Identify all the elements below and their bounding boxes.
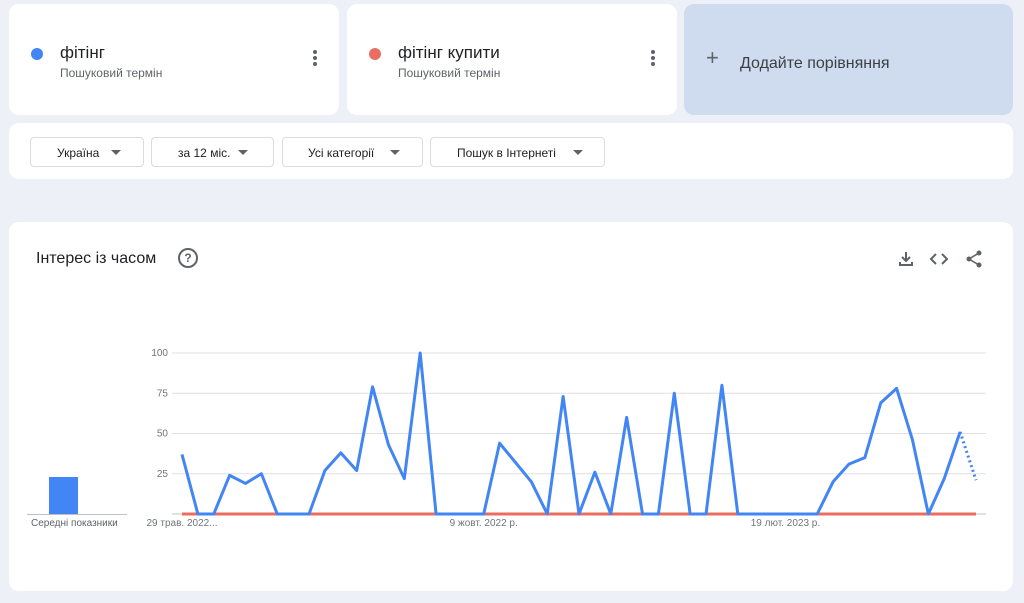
series-line bbox=[180, 351, 962, 516]
search-type-filter[interactable]: Пошук в Інтернеті bbox=[430, 137, 605, 167]
dropdown-arrow-icon bbox=[238, 150, 248, 155]
line-chart: 25 50 75 100 29 трав. 2022... 9 жовт. 2022 р.… bbox=[146, 348, 986, 529]
share-icon[interactable] bbox=[964, 249, 984, 269]
more-vert-icon[interactable] bbox=[647, 50, 659, 70]
region-filter[interactable]: Україна bbox=[30, 137, 144, 167]
dropdown-arrow-icon bbox=[573, 150, 583, 155]
plus-icon: + bbox=[706, 45, 719, 70]
y-tick-label: 25 bbox=[157, 469, 169, 480]
term-color-dot bbox=[31, 48, 43, 60]
x-tick-label: 9 жовт. 2022 р. bbox=[450, 518, 518, 529]
series-partial-line bbox=[958, 431, 978, 481]
average-bar bbox=[49, 477, 78, 515]
term-subtitle: Пошуковий термін bbox=[60, 66, 163, 80]
x-tick-label: 29 трав. 2022... bbox=[146, 518, 217, 529]
term-name[interactable]: фітінг bbox=[60, 43, 105, 63]
help-icon[interactable]: ? bbox=[178, 248, 198, 268]
dropdown-arrow-icon bbox=[111, 150, 121, 155]
y-tick-label: 50 bbox=[157, 429, 169, 440]
term-card-2[interactable]: фітінг купити Пошуковий термін bbox=[347, 4, 677, 115]
more-vert-icon[interactable] bbox=[309, 50, 321, 70]
period-filter[interactable]: за 12 міс. bbox=[151, 137, 274, 167]
averages-label: Середні показники bbox=[31, 518, 118, 529]
average-axis-line bbox=[27, 514, 127, 515]
chart-title: Інтерес із часом bbox=[36, 250, 157, 267]
term-color-dot bbox=[369, 48, 381, 60]
filter-bar: Україна за 12 міс. Усі категорії Пошук в… bbox=[9, 123, 1013, 179]
add-comparison-button[interactable]: + Додайте порівняння bbox=[684, 4, 1013, 115]
x-tick-label: 19 лют. 2023 р. bbox=[751, 518, 820, 529]
period-filter-label: за 12 міс. bbox=[178, 146, 231, 160]
category-filter-label: Усі категорії bbox=[308, 146, 375, 160]
term-card-1[interactable]: фітінг Пошуковий термін bbox=[9, 4, 339, 115]
dropdown-arrow-icon bbox=[390, 150, 400, 155]
add-comparison-label: Додайте порівняння bbox=[740, 55, 890, 72]
y-tick-label: 75 bbox=[157, 388, 169, 399]
download-icon[interactable] bbox=[896, 249, 916, 269]
interest-over-time-card: Інтерес із часом ? Середні показники 25 5… bbox=[9, 222, 1013, 591]
region-filter-label: Україна bbox=[57, 146, 100, 160]
search-type-filter-label: Пошук в Інтернеті bbox=[457, 146, 556, 160]
term-subtitle: Пошуковий термін bbox=[398, 66, 501, 80]
embed-icon[interactable] bbox=[929, 249, 949, 269]
category-filter[interactable]: Усі категорії bbox=[282, 137, 423, 167]
y-tick-label: 100 bbox=[151, 348, 168, 359]
term-name[interactable]: фітінг купити bbox=[398, 43, 500, 63]
